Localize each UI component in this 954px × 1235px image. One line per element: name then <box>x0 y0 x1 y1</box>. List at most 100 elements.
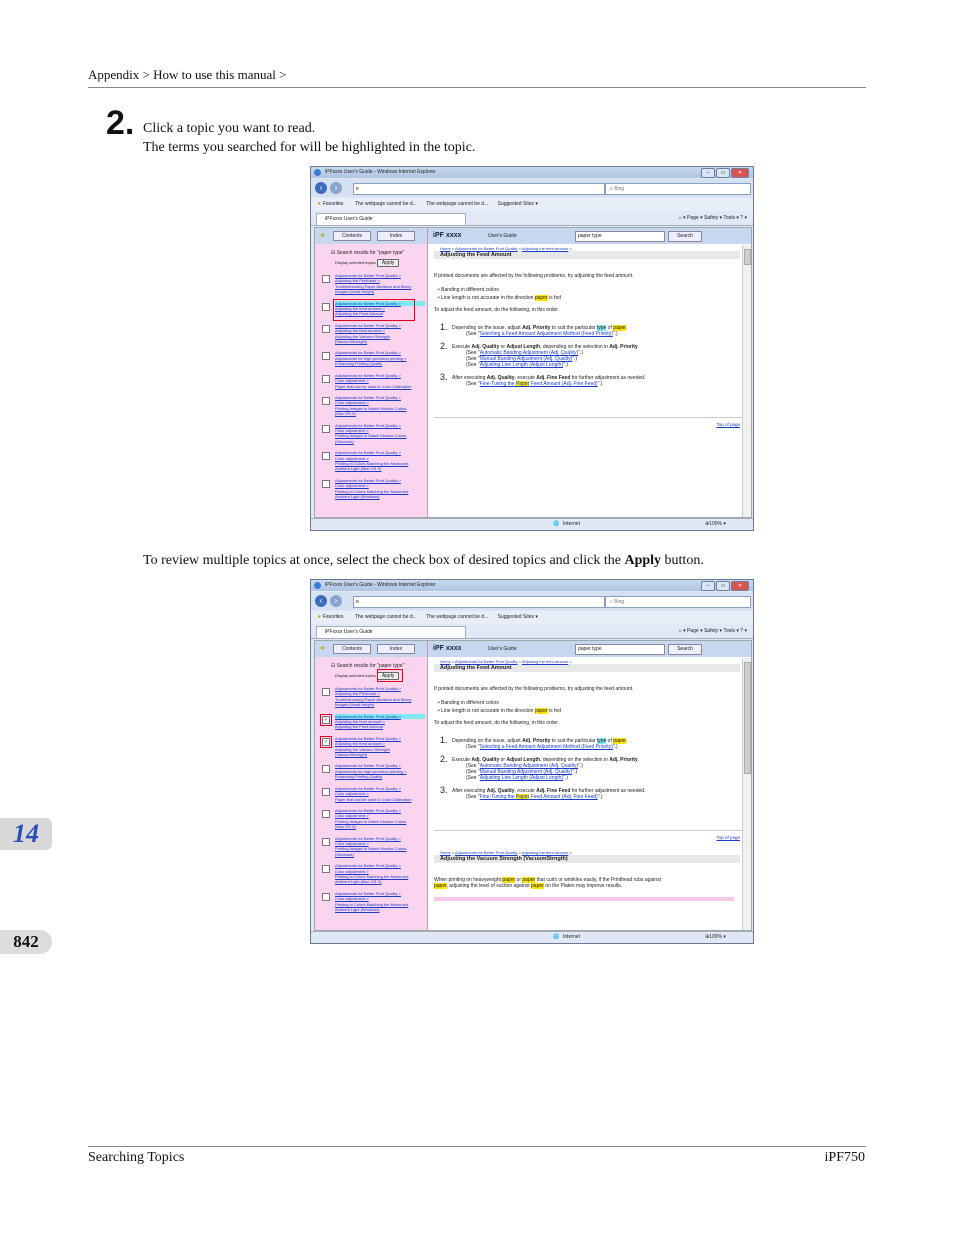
result-item[interactable]: Adjustments for Better Print Quality > Co… <box>319 786 425 802</box>
result-checkbox[interactable] <box>322 809 330 818</box>
close-button[interactable]: ✕ <box>731 168 749 178</box>
result-checkbox[interactable] <box>322 787 330 796</box>
scrollbar[interactable] <box>742 658 751 930</box>
result-checkbox[interactable] <box>322 424 330 433</box>
result-item[interactable]: Adjustments for Better Print Quality > Co… <box>319 863 425 885</box>
favorites-button[interactable]: Favorites <box>323 201 344 207</box>
result-item[interactable]: Adjustments for Better Print Quality > Ad… <box>319 273 425 295</box>
result-item[interactable]: Adjustments for Better Print Quality > Co… <box>319 478 425 500</box>
result-checkbox[interactable] <box>322 688 330 696</box>
result-checkbox[interactable] <box>322 865 330 874</box>
scroll-thumb[interactable] <box>744 662 751 774</box>
result-checkbox[interactable] <box>322 324 330 333</box>
result-item[interactable]: Adjustments for Better Print Quality > Ad… <box>319 323 425 345</box>
sync-icon[interactable]: ➜ <box>319 231 325 239</box>
status-bar: 🌐 Internet ⊕100% ▾ <box>311 518 753 530</box>
procedure-step: 3. After executing Adj. Quality, execute … <box>440 785 646 800</box>
result-item-selected[interactable]: Adjustments for Better Print Quality > Ad… <box>319 298 425 321</box>
result-checkbox[interactable] <box>322 352 330 361</box>
footer-section-title: Searching Topics <box>88 1150 185 1165</box>
result-item[interactable]: Adjustments for Better Print Quality > Co… <box>319 836 425 858</box>
result-checkbox[interactable] <box>322 452 330 461</box>
minimize-button[interactable]: – <box>701 581 715 591</box>
contents-button[interactable]: Contents <box>333 231 371 241</box>
address-input[interactable]: e <box>353 596 605 608</box>
fav-link[interactable]: Suggested Sites ▾ <box>498 201 538 207</box>
search-results-pane: ➜ Contents Index ⊟ Search results for "p… <box>315 228 428 517</box>
result-item[interactable]: Adjustments for Better Print Quality > Ad… <box>319 763 425 779</box>
forward-icon[interactable]: › <box>330 595 342 607</box>
content-area: ➜ Contents Index ⊟ Search results for "p… <box>314 640 752 931</box>
result-item-checked[interactable]: ✓ Adjustments for Better Print Quality > A… <box>319 735 425 758</box>
close-button[interactable]: ✕ <box>731 581 749 591</box>
sync-icon[interactable]: ➜ <box>319 644 325 652</box>
browser-screenshot-1: iPFxxxx User's Guide - Windows Internet … <box>310 166 754 531</box>
result-checkbox[interactable] <box>322 302 330 311</box>
scroll-thumb[interactable] <box>744 249 751 265</box>
bing-search-input[interactable]: ⌕ Bing <box>605 596 751 608</box>
fav-link[interactable]: The webpage cannot be d... <box>355 201 417 207</box>
result-item[interactable]: Adjustments for Better Print Quality > Co… <box>319 808 425 830</box>
fav-link[interactable]: The webpage cannot be d... <box>426 201 488 207</box>
result-checkbox[interactable] <box>322 765 330 774</box>
favorites-bar: ★ Favorites The webpage cannot be d... T… <box>311 611 753 624</box>
command-bar[interactable]: ⌂ ▾ Page ▾ Safety ▾ Tools ▾ ? ▾ <box>679 624 747 638</box>
address-input[interactable]: e <box>353 183 605 195</box>
topic-title: Adjusting the Vacuum Strength (VacuumStr… <box>434 855 740 863</box>
index-button[interactable]: Index <box>377 231 415 241</box>
command-bar[interactable]: ⌂ ▾ Page ▾ Safety ▾ Tools ▾ ? ▾ <box>679 211 747 225</box>
fav-link[interactable]: The webpage cannot be d... <box>426 614 488 620</box>
search-button[interactable]: Search <box>668 644 702 655</box>
topic-pane: iPF xxxx User's Guide paper type Search … <box>428 228 751 517</box>
result-item[interactable]: Adjustments for Better Print Quality > Co… <box>319 373 425 389</box>
help-icon[interactable]: ? ▾ <box>739 628 747 634</box>
footer-model: iPF750 <box>824 1150 865 1165</box>
result-checkbox[interactable] <box>322 479 330 488</box>
step-instruction: Click a topic you want to read. <box>143 121 316 136</box>
result-item[interactable]: Adjustments for Better Print Quality > Ad… <box>319 350 425 366</box>
browser-screenshot-2: iPFxxxx User's Guide - Windows Internet … <box>310 579 754 944</box>
zoom-control[interactable]: ⊕100% ▾ <box>705 932 726 943</box>
result-item[interactable]: Adjustments for Better Print Quality > Co… <box>319 891 425 913</box>
result-item-checked[interactable]: ✓ Adjustments for Better Print Quality > A… <box>319 713 425 730</box>
home-icon[interactable]: ⌂ ▾ <box>679 628 687 634</box>
maximize-button[interactable]: ▭ <box>716 168 730 178</box>
zone-label: Internet <box>563 521 580 527</box>
back-icon[interactable]: ‹ <box>315 182 327 194</box>
forward-icon[interactable]: › <box>330 182 342 194</box>
zoom-control[interactable]: ⊕100% ▾ <box>705 519 726 530</box>
minimize-button[interactable]: – <box>701 168 715 178</box>
window-title: iPFxxxx User's Guide - Windows Internet … <box>325 169 436 175</box>
fav-link[interactable]: The webpage cannot be d... <box>355 614 417 620</box>
tab-row: iPFxxxx User's Guide ⌂ ▾ Page ▾ Safety ▾… <box>311 211 753 226</box>
procedure-step: 1. Depending on the issue, adjust Adj. Pr… <box>440 322 628 337</box>
apply-button[interactable]: Apply <box>376 259 400 267</box>
help-icon[interactable]: ? ▾ <box>739 215 747 221</box>
fav-link[interactable]: Suggested Sites ▾ <box>498 614 538 620</box>
index-button[interactable]: Index <box>377 644 415 654</box>
maximize-button[interactable]: ▭ <box>716 581 730 591</box>
browser-tab[interactable]: iPFxxxx User's Guide <box>316 213 466 226</box>
topic-search-input[interactable]: paper type <box>575 231 665 242</box>
top-of-page-link[interactable]: Top of page <box>434 422 740 427</box>
result-item[interactable]: Adjustments for Better Print Quality > Co… <box>319 450 425 472</box>
home-icon[interactable]: ⌂ ▾ <box>679 215 687 221</box>
bing-search-input[interactable]: ⌕ Bing <box>605 183 751 195</box>
result-checkbox[interactable] <box>322 396 330 405</box>
topic-search-input[interactable]: paper type <box>575 644 665 655</box>
result-item[interactable]: Adjustments for Better Print Quality > Co… <box>319 395 425 417</box>
browser-tab[interactable]: iPFxxxx User's Guide <box>316 626 466 639</box>
procedure-step: 3. After executing Adj. Quality, execute … <box>440 372 646 387</box>
result-checkbox[interactable] <box>322 374 330 383</box>
scrollbar[interactable] <box>742 245 751 517</box>
result-item[interactable]: Adjustments for Better Print Quality > Co… <box>319 423 425 445</box>
contents-button[interactable]: Contents <box>333 644 371 654</box>
back-icon[interactable]: ‹ <box>315 595 327 607</box>
top-of-page-link[interactable]: Top of page <box>434 835 740 840</box>
result-checkbox[interactable] <box>322 837 330 846</box>
result-checkbox[interactable] <box>322 892 330 901</box>
result-item[interactable]: Adjustments for Better Print Quality > Ad… <box>319 686 425 708</box>
search-button[interactable]: Search <box>668 231 702 242</box>
favorites-button[interactable]: Favorites <box>323 614 344 620</box>
result-checkbox[interactable] <box>322 275 330 283</box>
